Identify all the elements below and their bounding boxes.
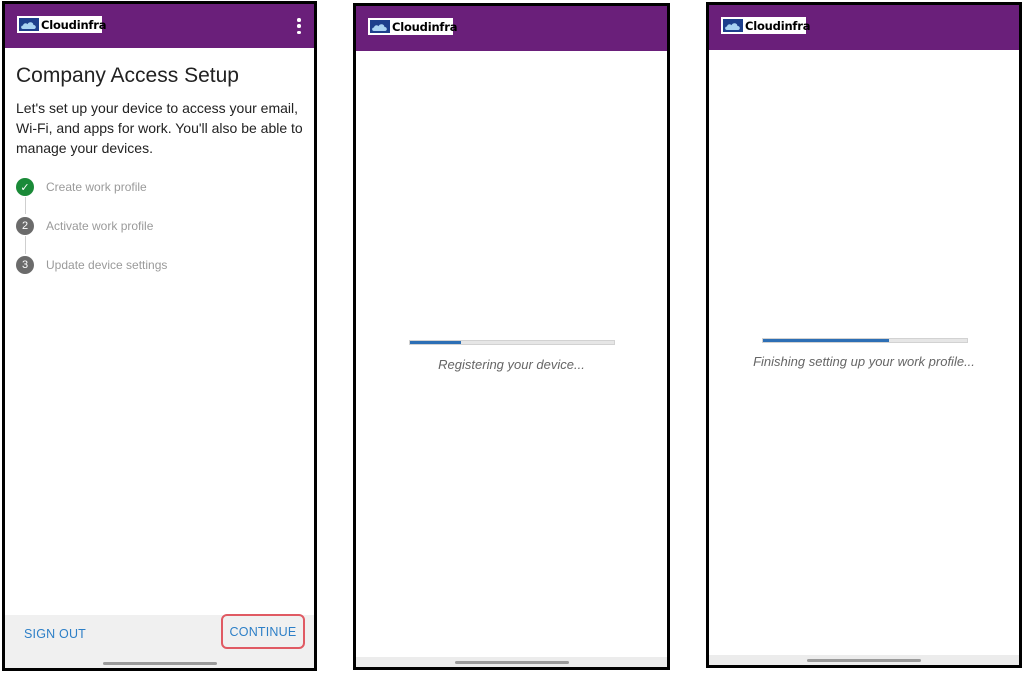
more-vert-icon[interactable]: [294, 16, 304, 36]
step-create-work-profile: ✓ Create work profile: [16, 177, 147, 197]
step-connector: [25, 197, 26, 214]
step-number-badge: 2: [16, 217, 34, 235]
registration-status: Registering your device...: [438, 357, 585, 372]
app-bar: Cloudinfra: [709, 5, 1019, 50]
work-profile-status: Finishing setting up your work profile..…: [753, 354, 975, 369]
brand-logo: Cloudinfra: [368, 18, 457, 35]
bottom-action-bar: SIGN OUT CONTINUE: [5, 614, 314, 668]
brand-name: Cloudinfra: [745, 18, 811, 33]
step-update-device-settings: 3 Update device settings: [16, 255, 167, 275]
sign-out-button[interactable]: SIGN OUT: [24, 627, 86, 641]
phone-screen-registering: Cloudinfra Registering your device...: [353, 3, 670, 670]
app-bar: Cloudinfra: [5, 4, 314, 48]
brand-name: Cloudinfra: [392, 19, 458, 34]
registration-progress-bar: [409, 340, 615, 345]
step-activate-work-profile: 2 Activate work profile: [16, 216, 153, 236]
work-profile-progress-bar: [762, 338, 968, 343]
continue-button[interactable]: CONTINUE: [230, 625, 297, 639]
progress-fill: [410, 341, 461, 344]
brand-logo: Cloudinfra: [721, 17, 810, 34]
phone-screen-finishing: Cloudinfra Finishing setting up your wor…: [706, 2, 1022, 668]
continue-highlight: CONTINUE: [221, 614, 305, 649]
step-connector: [25, 236, 26, 254]
brand-logo: Cloudinfra: [17, 16, 106, 33]
step-label: Create work profile: [46, 180, 147, 194]
system-nav-bar: [709, 655, 1019, 665]
page-title: Company Access Setup: [16, 64, 239, 87]
cloud-icon: [370, 20, 390, 33]
home-indicator[interactable]: [102, 662, 217, 665]
step-number-badge: 3: [16, 256, 34, 274]
home-indicator[interactable]: [454, 661, 569, 664]
home-indicator[interactable]: [807, 659, 921, 662]
cloud-icon: [19, 18, 39, 31]
progress-fill: [763, 339, 890, 342]
app-bar: Cloudinfra: [356, 6, 667, 51]
step-label: Update device settings: [46, 258, 168, 272]
system-nav-bar: [356, 657, 667, 667]
brand-name: Cloudinfra: [41, 17, 107, 32]
phone-screen-setup: Cloudinfra Company Access Setup Let's se…: [2, 1, 317, 671]
step-label: Activate work profile: [46, 219, 154, 233]
cloud-icon: [723, 19, 743, 32]
check-circle-icon: ✓: [16, 178, 34, 196]
setup-description: Let's set up your device to access your …: [16, 100, 303, 156]
